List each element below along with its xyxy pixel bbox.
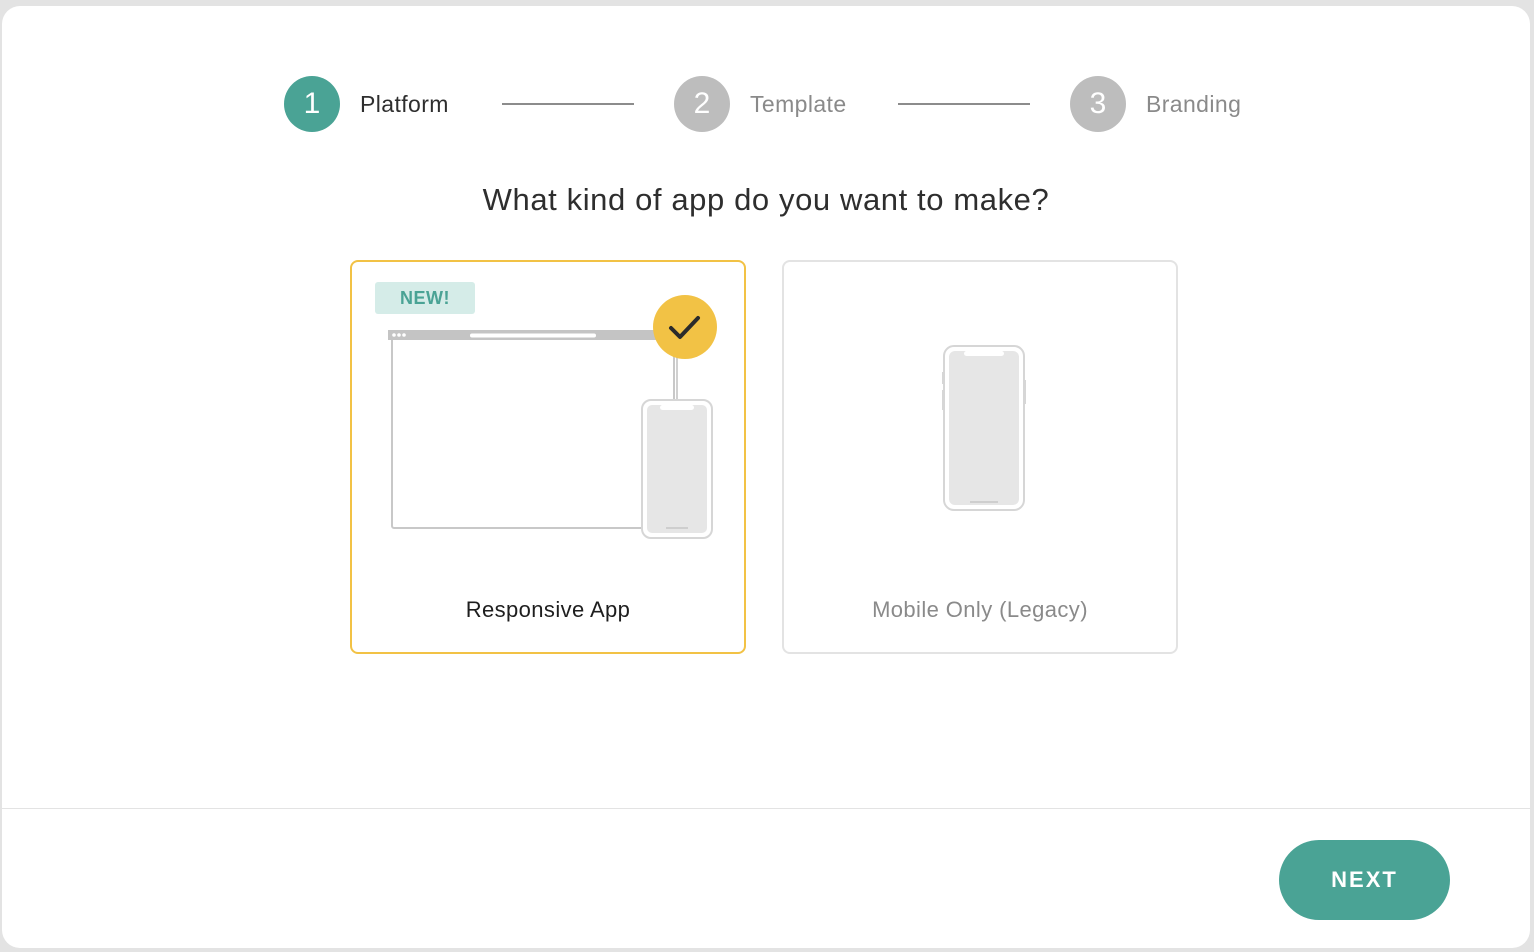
step-3-label: Branding bbox=[1146, 91, 1242, 117]
step-2-circle: 2 bbox=[674, 76, 730, 132]
selected-check-icon bbox=[653, 295, 717, 359]
new-badge: NEW! bbox=[375, 282, 475, 314]
responsive-app-title: Responsive App bbox=[465, 597, 631, 622]
footer-divider bbox=[2, 808, 1530, 809]
step-3-circle: 3 bbox=[1070, 76, 1126, 132]
next-button[interactable]: NEXT bbox=[1279, 840, 1450, 920]
step-1-label: Platform bbox=[360, 91, 449, 117]
page-question: What kind of app do you want to make? bbox=[482, 182, 1050, 217]
mobile-only-title: Mobile Only (Legacy) bbox=[872, 597, 1088, 622]
step-connector bbox=[898, 103, 1030, 105]
step-2-label: Template bbox=[750, 91, 847, 117]
create-app-modal: 1 Platform 2 Template 3 Branding What ki… bbox=[2, 6, 1530, 948]
step-connector bbox=[502, 103, 634, 105]
phone-illustration bbox=[942, 345, 1026, 511]
responsive-app-option-card[interactable]: NEW! Responsive App bbox=[350, 260, 746, 654]
mobile-only-option-card[interactable]: Mobile Only (Legacy) bbox=[782, 260, 1178, 654]
step-1-circle: 1 bbox=[284, 76, 340, 132]
